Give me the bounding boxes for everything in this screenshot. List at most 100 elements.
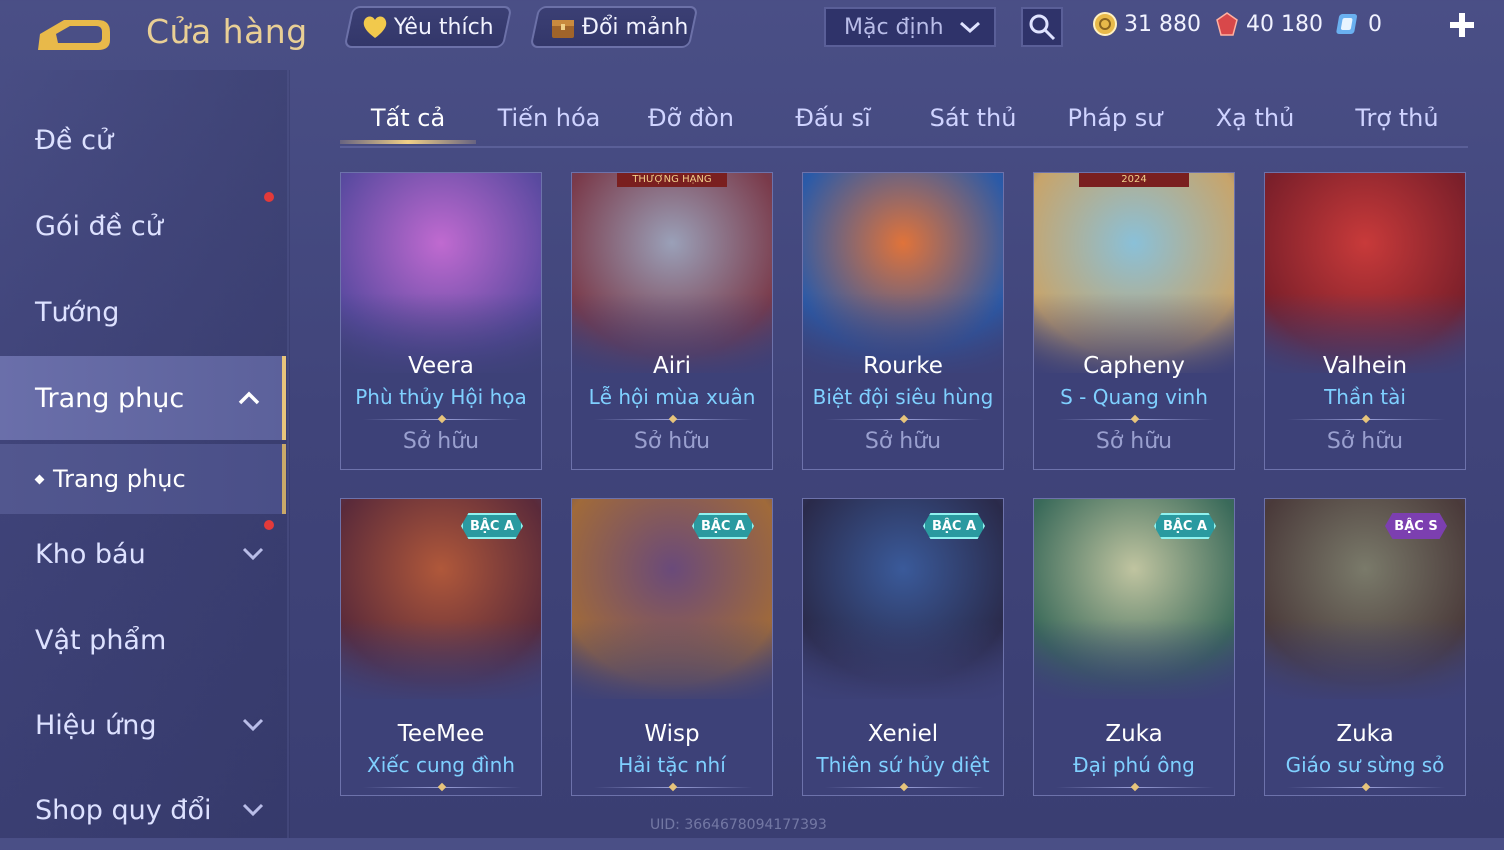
- tab-tank[interactable]: Đỡ đòn: [630, 98, 752, 144]
- owned-status: Sở hữu: [402, 429, 480, 454]
- artwork-fade: [1034, 619, 1234, 729]
- hero-name: TeeMee: [397, 721, 485, 747]
- exchange-shards-button[interactable]: Đổi mảnh: [529, 6, 699, 48]
- skin-name: S - Quang vinh: [1060, 385, 1208, 409]
- sidebar-subitem-skins[interactable]: Trang phục: [0, 444, 286, 514]
- exchange-label: Đổi mảnh: [582, 14, 689, 40]
- skin-name: Đại phú ông: [1073, 753, 1195, 777]
- favorite-button[interactable]: Yêu thích: [343, 6, 513, 48]
- sidebar-item-treasure[interactable]: Kho báu: [0, 514, 286, 594]
- skin-name: Thiên sứ hủy diệt: [816, 753, 990, 777]
- artwork-fade: [341, 619, 541, 729]
- sidebar-item-effects[interactable]: Hiệu ứng: [0, 685, 286, 765]
- sidebar-item-label: Vật phẩm: [35, 624, 167, 656]
- hero-name: Xeniel: [867, 721, 939, 747]
- chevron-down-icon: [242, 718, 264, 732]
- skin-card[interactable]: Veera Phù thủy Hội họa Sở hữu: [340, 172, 542, 470]
- divider-diamond-icon: [899, 414, 909, 424]
- heart-icon: [363, 16, 387, 38]
- gold-value: 31 880: [1124, 11, 1201, 37]
- tier-badge: BẬC A: [923, 513, 985, 539]
- uid-watermark: UID: 3664678094177393: [650, 817, 827, 833]
- skin-card[interactable]: BẬC SZukaGiáo sư sừng sỏSở hữu: [1264, 498, 1466, 796]
- tab-fighter[interactable]: Đấu sĩ: [772, 98, 894, 144]
- tab-all[interactable]: Tất cả: [340, 98, 476, 144]
- sidebar-divider: [287, 70, 289, 838]
- gem-balance: 40 180: [1214, 8, 1323, 40]
- top-up-button[interactable]: [1446, 9, 1478, 41]
- skin-card[interactable]: 2024 Capheny S - Quang vinh Sở hữu: [1033, 172, 1235, 470]
- sidebar-item-label: Đề cử: [35, 124, 114, 156]
- skin-name: Lễ hội mùa xuân: [588, 385, 756, 409]
- tab-assassin[interactable]: Sát thủ: [912, 98, 1034, 144]
- tab-evolution[interactable]: Tiến hóa: [488, 98, 610, 144]
- voucher-balance: 0: [1336, 8, 1382, 40]
- back-arrow-icon: [38, 20, 110, 50]
- owned-status: Sở hữu: [1326, 429, 1404, 454]
- skin-card[interactable]: THƯỢNG HẠNG Airi Lễ hội mùa xuân Sở hữu: [571, 172, 773, 470]
- voucher-icon: [1336, 14, 1357, 34]
- sidebar-item-label: Hiệu ứng: [35, 709, 157, 741]
- divider-diamond-icon: [1130, 414, 1140, 424]
- search-button[interactable]: [1021, 7, 1063, 47]
- hero-name: Veera: [408, 353, 474, 379]
- notification-dot: [264, 520, 274, 530]
- page-title: Cửa hàng: [146, 12, 308, 51]
- sidebar-item-label: Kho báu: [35, 538, 146, 570]
- notification-dot: [264, 192, 274, 202]
- skin-name: Hải tặc nhí: [618, 753, 726, 777]
- tab-mage[interactable]: Pháp sư: [1054, 98, 1176, 144]
- skin-card[interactable]: BẬC AZukaĐại phú ôngSở hữu: [1033, 498, 1235, 796]
- divider-diamond-icon: [1361, 414, 1371, 424]
- search-icon: [1029, 14, 1056, 41]
- skin-card[interactable]: Rourke Biệt đội siêu hùng Sở hữu: [802, 172, 1004, 470]
- premium-ribbon: 2024: [1079, 173, 1189, 187]
- sidebar-item-recommended-packs[interactable]: Gói đề cử: [0, 186, 286, 266]
- sort-dropdown[interactable]: Mặc định: [824, 7, 996, 47]
- sidebar-item-recommended[interactable]: Đề cử: [0, 100, 286, 180]
- skin-name: Thần tài: [1324, 385, 1406, 409]
- chevron-up-icon: [238, 391, 260, 405]
- sidebar-subitem-label: Trang phục: [53, 465, 186, 493]
- tab-marksman[interactable]: Xạ thủ: [1194, 98, 1316, 144]
- artwork-fade: [1265, 619, 1465, 729]
- sidebar-item-label: Gói đề cử: [35, 210, 163, 242]
- tier-badge: BẬC A: [461, 513, 523, 539]
- hero-name: Valhein: [1322, 353, 1408, 379]
- tier-badge: BẬC A: [692, 513, 754, 539]
- owned-status: Sở hữu: [633, 429, 711, 454]
- red-gem-icon: [1216, 12, 1238, 36]
- skin-card[interactable]: BẬC AXenielThiên sứ hủy diệtSở hữu: [802, 498, 1004, 796]
- skin-card[interactable]: BẬC AWispHải tặc nhíSở hữu: [571, 498, 773, 796]
- sidebar-item-label: Trang phục: [35, 382, 185, 414]
- owned-status: Sở hữu: [864, 429, 942, 454]
- bullet-icon: [34, 474, 45, 484]
- tab-support[interactable]: Trợ thủ: [1336, 98, 1458, 144]
- skin-card[interactable]: BẬC ATeeMeeXiếc cung đìnhSở hữu: [340, 498, 542, 796]
- skin-card[interactable]: Valhein Thần tài Sở hữu: [1264, 172, 1466, 470]
- chevron-down-icon: [242, 803, 264, 817]
- gold-coin-icon: [1093, 12, 1117, 36]
- owned-status: Sở hữu: [1095, 429, 1173, 454]
- back-button[interactable]: [34, 12, 114, 54]
- hero-name: Zuka: [1336, 721, 1394, 747]
- sidebar-item-skins[interactable]: Trang phục: [0, 356, 286, 440]
- gem-value: 40 180: [1246, 11, 1323, 37]
- hero-name: Zuka: [1105, 721, 1163, 747]
- active-tab-indicator: [340, 140, 476, 144]
- divider-diamond-icon: [668, 414, 678, 424]
- skin-name: Biệt đội siêu hùng: [812, 385, 994, 409]
- sidebar-item-heroes[interactable]: Tướng: [0, 272, 286, 352]
- skin-name: Phù thủy Hội họa: [355, 385, 527, 409]
- voucher-value: 0: [1368, 11, 1382, 37]
- divider-diamond-icon: [1130, 782, 1140, 792]
- chevron-down-icon: [960, 21, 980, 34]
- premium-ribbon: THƯỢNG HẠNG: [617, 173, 727, 187]
- tier-badge: BẬC S: [1385, 513, 1447, 539]
- sidebar-item-exchange-shop[interactable]: Shop quy đổi: [0, 770, 286, 850]
- divider-diamond-icon: [437, 782, 447, 792]
- skin-name: Xiếc cung đình: [367, 753, 515, 777]
- divider-diamond-icon: [437, 414, 447, 424]
- sidebar-item-items[interactable]: Vật phẩm: [0, 600, 286, 680]
- chest-icon: [552, 20, 574, 38]
